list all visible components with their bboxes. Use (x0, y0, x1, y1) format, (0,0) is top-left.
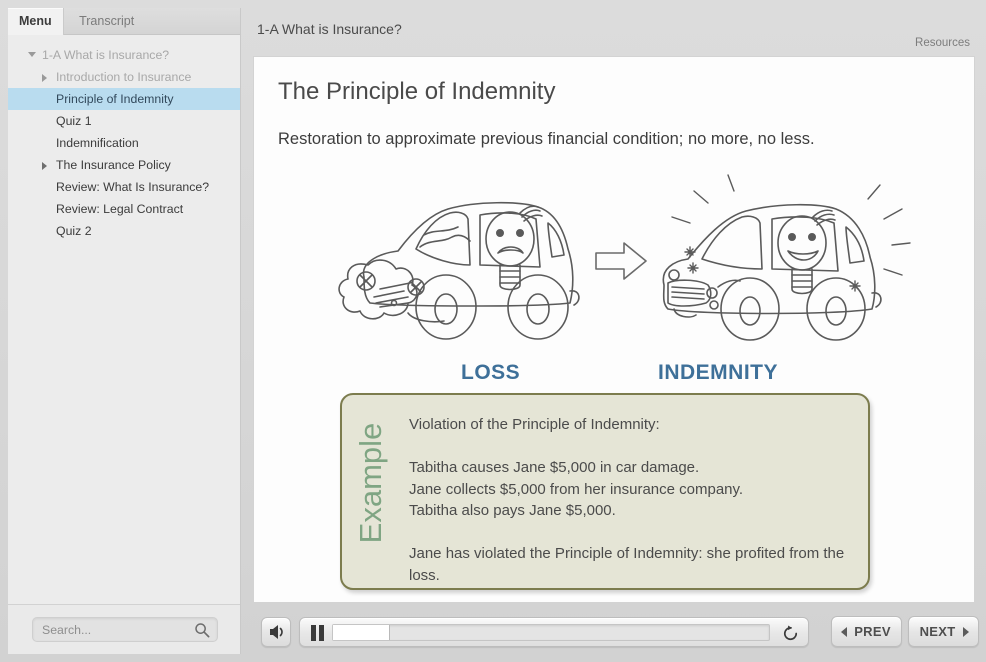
sidebar-tabbar: Menu Transcript (8, 8, 240, 35)
tree-item-label: The Insurance Policy (56, 158, 171, 172)
prev-button[interactable]: PREV (831, 616, 902, 647)
repaired-car-doodle (662, 174, 911, 341)
next-button[interactable]: NEXT (908, 616, 979, 647)
search-input[interactable] (42, 618, 192, 641)
search-icon[interactable] (194, 622, 210, 638)
example-body-text: Violation of the Principle of Indemnity:… (409, 416, 845, 584)
tree-item-label: Review: Legal Contract (56, 202, 184, 216)
tree-item-label: 1-A What is Insurance? (42, 48, 170, 62)
chevron-down-icon[interactable] (28, 52, 36, 57)
tree-item-indemnification[interactable]: Indemnification (8, 132, 240, 154)
tree-item-label: Review: What Is Insurance? (56, 180, 210, 194)
resources-link[interactable]: Resources (915, 37, 970, 49)
example-label: Example (353, 422, 388, 544)
player-controlbar: PREV NEXT (253, 609, 979, 654)
right-arrow-icon (595, 242, 647, 280)
tree-item-module[interactable]: 1-A What is Insurance? (8, 44, 240, 66)
slide-title: The Principle of Indemnity (278, 78, 556, 105)
tree-item-label: Quiz 2 (56, 224, 92, 238)
tree-item-quiz-2[interactable]: Quiz 2 (8, 220, 240, 242)
tab-menu[interactable]: Menu (8, 8, 64, 35)
course-title: 1-A What is Insurance? (257, 21, 402, 37)
volume-icon (270, 625, 283, 639)
tree-item-label: Indemnification (56, 136, 139, 150)
seek-bar-container (299, 617, 809, 647)
tab-transcript[interactable]: Transcript (68, 8, 145, 35)
chevron-right-icon[interactable] (42, 162, 47, 170)
tree-item-the-insurance-policy[interactable]: The Insurance Policy (8, 154, 240, 176)
prev-label: PREV (854, 624, 891, 639)
tree-item-review-legal-contract[interactable]: Review: Legal Contract (8, 198, 240, 220)
tree-item-label: Quiz 1 (56, 114, 92, 128)
slide-canvas: The Principle of Indemnity Restoration t… (253, 56, 975, 603)
indemnity-illustration (338, 174, 911, 341)
tree-item-label: Introduction to Insurance (56, 70, 192, 84)
caption-indemnity: INDEMNITY (658, 361, 778, 384)
search-box[interactable] (32, 617, 218, 642)
tree-item-label: Principle of Indemnity (56, 92, 174, 106)
player-stage: 1-A What is Insurance? Resources The Pri… (249, 8, 979, 654)
course-player-window: Menu Transcript 1-A What is Insurance? I… (0, 0, 986, 662)
sidebar-search-area (8, 604, 240, 654)
tree-item-introduction-to-insurance[interactable]: Introduction to Insurance (8, 66, 240, 88)
chevron-right-icon[interactable] (42, 74, 47, 82)
chevron-right-icon (963, 627, 969, 637)
tree-item-quiz-1[interactable]: Quiz 1 (8, 110, 240, 132)
damaged-car-doodle (338, 201, 580, 340)
sidebar: Menu Transcript 1-A What is Insurance? I… (8, 8, 241, 654)
slide-subtitle: Restoration to approximate previous fina… (278, 130, 815, 148)
example-callout: Example Violation of the Principle of In… (340, 393, 870, 590)
volume-button[interactable] (261, 617, 291, 647)
pause-button[interactable] (309, 625, 326, 641)
seek-progress-fill (333, 625, 390, 640)
caption-loss: LOSS (461, 361, 521, 384)
tree-item-principle-of-indemnity[interactable]: Principle of Indemnity (8, 88, 240, 110)
seek-track[interactable] (332, 624, 770, 641)
course-outline-tree: 1-A What is Insurance? Introduction to I… (8, 35, 240, 604)
tree-item-review-what-is-insurance[interactable]: Review: What Is Insurance? (8, 176, 240, 198)
replay-icon[interactable] (781, 624, 800, 643)
